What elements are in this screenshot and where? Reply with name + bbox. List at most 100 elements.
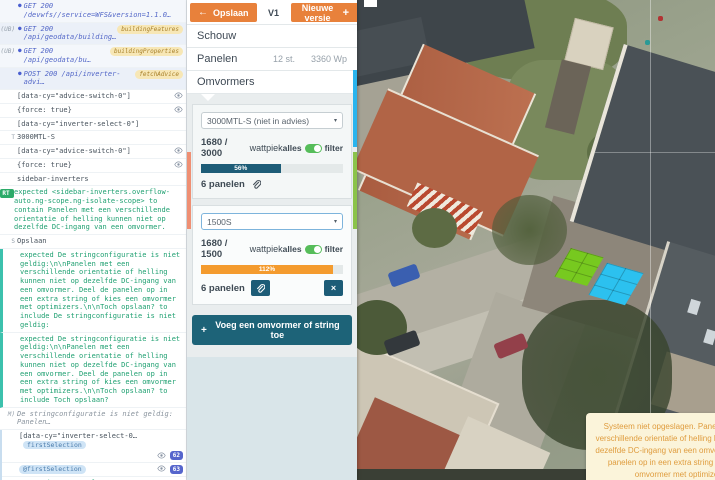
xhr-dot-icon: ●	[18, 70, 22, 78]
save-button[interactable]: ←Opslaan	[190, 3, 257, 22]
log-text: GET 200 /api/geodata/bu…	[24, 47, 110, 65]
watt-ratio: 1680 / 3000	[201, 137, 246, 159]
assert-badge: RT	[0, 189, 14, 198]
snapshot-count-badge: 63	[170, 465, 183, 474]
add-inverter-button[interactable]: +Voeg een omvormer of string toe	[192, 315, 352, 345]
log-row-xhr[interactable]: (UB)●GET 200 /api/geodata/bu…buildingPro…	[0, 45, 186, 68]
filter-toggle[interactable]	[305, 144, 322, 153]
log-group: [data-cy="inverter-select-0…firstSelecti…	[0, 430, 186, 480]
eye-icon[interactable]	[170, 161, 183, 168]
log-text: [data-cy="inverter-select-0"]	[17, 120, 183, 129]
xhr-dot-icon: ●	[18, 47, 22, 55]
log-text: Opslaan	[17, 237, 183, 246]
back-arrow-icon: ←	[198, 7, 208, 18]
section-notch	[201, 94, 215, 101]
filter-toggle[interactable]	[305, 245, 322, 254]
inverter-sidebar: ←Opslaan V1 Nieuwe versie+ Schouw Panele…	[187, 0, 357, 480]
log-row-command[interactable]: [data-cy="inverter-select-0"]	[0, 118, 186, 132]
eye-icon[interactable]	[170, 92, 183, 99]
paperclip-button[interactable]	[251, 280, 270, 296]
log-row-xhr[interactable]: (UB)●GET 200 /api/geodata/building…build…	[0, 23, 186, 46]
eye-icon[interactable]	[153, 465, 166, 472]
panel-footer	[187, 357, 357, 480]
remove-string-button[interactable]: ×	[324, 280, 343, 296]
panel-power: 3360 Wp	[295, 54, 347, 64]
watt-unit: wattpiek	[250, 244, 283, 254]
string1-color-strip	[353, 70, 357, 147]
log-row-command[interactable]: [data-cy="advice-switch-0"]	[0, 145, 186, 159]
log-tag: T	[0, 133, 17, 142]
eye-icon[interactable]	[170, 147, 183, 154]
eye-icon[interactable]	[153, 452, 166, 459]
string2-color-strip	[353, 152, 357, 229]
watt-unit: wattpiek	[250, 143, 283, 153]
map-tree	[412, 208, 457, 248]
log-tag: (UB)	[0, 25, 17, 34]
alles-label: alles	[283, 143, 302, 153]
log-row-assert[interactable]: RTexpected <sidebar-inverters.overflow-a…	[0, 186, 186, 235]
inverter-select-1[interactable]: 1500S▾	[201, 213, 343, 230]
log-text: [data-cy="advice-switch-0"]	[17, 147, 170, 156]
log-row-alias[interactable]: @firstSelection63	[2, 463, 186, 477]
section-omvormers[interactable]: Omvormers	[187, 70, 357, 94]
log-row-command[interactable]: [data-cy="advice-switch-0"]	[0, 90, 186, 104]
log-tag: M)	[0, 410, 17, 419]
log-text: {force: true}	[17, 106, 170, 115]
panel-count-label: 6 panelen	[201, 179, 245, 190]
xhr-dot-icon: ●	[18, 2, 22, 10]
string-card-2: 1500S▾ 1680 / 1500wattpiekallesfilter 11…	[192, 205, 352, 305]
log-tag: (UB)	[0, 47, 17, 56]
plus-icon: +	[201, 325, 207, 336]
map-tree	[492, 195, 567, 265]
chevron-down-icon: ▾	[334, 117, 337, 124]
zoom-control[interactable]	[364, 0, 377, 7]
panel-count-label: 6 panelen	[201, 283, 245, 294]
log-row-xhr[interactable]: ●POST 200 /api/inverter-advi…fetchAdvice	[0, 68, 186, 91]
assert-text: expected De stringconfiguratie is niet g…	[20, 335, 183, 405]
section-panelen[interactable]: Panelen12 st.3360 Wp	[187, 47, 357, 71]
route-badge: buildingFeatures	[117, 25, 183, 34]
assert-text: expected <sidebar-inverters.overflow-aut…	[14, 188, 183, 232]
log-row-command[interactable]: SOpslaan	[0, 235, 186, 249]
capacity-bar: 56%	[201, 164, 343, 173]
warning-toast: Systeem niet opgeslagen. Panelen met een…	[586, 413, 715, 480]
log-row-command[interactable]: {force: true}	[0, 159, 186, 173]
inverter-select-0[interactable]: 3000MTL-S (niet in advies)▾	[201, 112, 343, 129]
confirm-text: De stringconfiguratie is niet geldig: Pa…	[17, 410, 183, 428]
log-tag	[0, 70, 17, 71]
watt-ratio: 1680 / 1500	[201, 238, 246, 260]
version-tab[interactable]: V1	[257, 3, 291, 22]
plus-icon: +	[343, 7, 349, 19]
map-canvas[interactable]: Systeem niet opgeslagen. Panelen met een…	[357, 0, 715, 480]
log-tag	[0, 2, 17, 3]
eye-icon[interactable]	[170, 106, 183, 113]
log-text: GET 200 /api/geodata/building…	[24, 25, 118, 43]
alles-label: alles	[283, 244, 302, 254]
log-row-command[interactable]: [data-cy="inverter-select-0…firstSelecti…	[2, 430, 186, 463]
assert-text: expected De stringconfiguratie is niet g…	[20, 251, 183, 330]
log-row-assert[interactable]: expected De stringconfiguratie is niet g…	[0, 333, 186, 408]
section-schouw[interactable]: Schouw	[187, 24, 357, 48]
log-row-command[interactable]: T3000MTL-S	[0, 131, 186, 145]
test-runner-log[interactable]: ●GET 200 /devwfs//service=WFS&version=1.…	[0, 0, 187, 480]
log-row-confirm[interactable]: M)De stringconfiguratie is niet geldig: …	[0, 408, 186, 431]
log-row-command[interactable]: sidebar-inverters	[0, 173, 186, 187]
route-badge: fetchAdvice	[135, 70, 183, 79]
map-bin-red	[658, 16, 663, 21]
alias-chip: firstSelection	[23, 441, 86, 449]
log-row-xhr[interactable]: ●GET 200 /devwfs//service=WFS&version=1.…	[0, 0, 186, 23]
capacity-fill: 56%	[201, 164, 281, 173]
snapshot-count-badge: 62	[170, 451, 183, 460]
log-text: {force: true}	[17, 161, 170, 170]
string-card-1: 3000MTL-S (niet in advies)▾ 1680 / 3000 w…	[192, 104, 352, 199]
new-version-button[interactable]: Nieuwe versie+	[291, 3, 357, 22]
log-text: sidebar-inverters	[17, 175, 183, 184]
map-gridline	[650, 0, 651, 480]
omvormers-section: 3000MTL-S (niet in advies)▾ 1680 / 3000 w…	[187, 94, 357, 480]
log-row-command[interactable]: {force: true}	[0, 104, 186, 118]
paperclip-icon[interactable]	[251, 179, 261, 190]
panel-count: 12 st.	[273, 54, 295, 64]
panel-toolbar: ←Opslaan V1 Nieuwe versie+	[187, 0, 357, 25]
log-text: 3000MTL-S	[17, 133, 183, 142]
log-row-assert[interactable]: expected De stringconfiguratie is niet g…	[0, 249, 186, 333]
